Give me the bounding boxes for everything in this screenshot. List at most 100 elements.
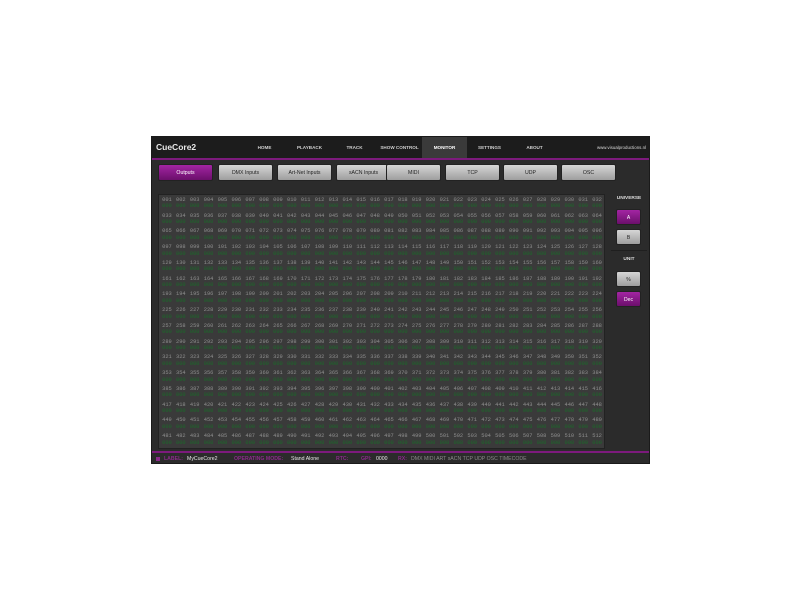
channel-cell: 462 000 bbox=[340, 417, 354, 433]
universe-title: UNIVERSE bbox=[616, 196, 642, 201]
channel-value: 000 bbox=[286, 423, 297, 430]
channel-value: 000 bbox=[522, 392, 533, 399]
channel-cell: 473 000 bbox=[493, 417, 507, 433]
channel-value: 000 bbox=[342, 439, 353, 446]
channel-cell: 470 000 bbox=[451, 417, 465, 433]
channel-cell: 394 000 bbox=[285, 385, 299, 401]
nav-playback[interactable]: PLAYBACK bbox=[287, 137, 332, 158]
universe-b-button[interactable]: B bbox=[616, 229, 641, 245]
channel-value: 000 bbox=[578, 392, 589, 399]
channel-cell: 149 000 bbox=[438, 259, 452, 275]
channel-cell: 054 000 bbox=[451, 212, 465, 228]
channel-cell: 468 000 bbox=[424, 417, 438, 433]
channel-number: 483 bbox=[189, 433, 200, 440]
channel-value: 000 bbox=[411, 282, 422, 289]
channel-number: 226 bbox=[175, 307, 186, 314]
tab-udp[interactable]: UDP bbox=[503, 164, 558, 181]
channel-number: 363 bbox=[300, 370, 311, 377]
channel-value: 000 bbox=[189, 282, 200, 289]
channel-cell: 028 000 bbox=[535, 196, 549, 212]
channel-value: 000 bbox=[245, 203, 256, 210]
channel-value: 000 bbox=[481, 219, 491, 226]
channel-number: 245 bbox=[439, 307, 450, 314]
channel-number: 485 bbox=[217, 433, 228, 440]
channel-cell: 457 000 bbox=[271, 417, 285, 433]
channel-number: 486 bbox=[231, 433, 242, 440]
channel-cell: 114 000 bbox=[396, 243, 410, 259]
channel-value: 000 bbox=[592, 203, 602, 210]
channel-cell: 347 000 bbox=[521, 354, 535, 370]
channel-value: 000 bbox=[481, 313, 491, 320]
channel-value: 000 bbox=[411, 376, 422, 383]
channel-cell: 387 000 bbox=[188, 385, 202, 401]
channel-cell: 009 000 bbox=[271, 196, 285, 212]
tab-tcp[interactable]: TCP bbox=[445, 164, 500, 181]
channel-cell: 089 000 bbox=[493, 228, 507, 244]
channel-value: 000 bbox=[286, 203, 297, 210]
channel-value: 000 bbox=[384, 297, 394, 304]
channel-cell: 106 000 bbox=[285, 243, 299, 259]
channel-cell: 099 000 bbox=[188, 243, 202, 259]
channel-cell: 043 000 bbox=[299, 212, 313, 228]
channel-cell: 333 000 bbox=[327, 354, 341, 370]
channel-number: 237 bbox=[328, 307, 339, 314]
channel-value: 000 bbox=[342, 266, 353, 273]
channel-value: 000 bbox=[314, 297, 325, 304]
channel-cell: 235 000 bbox=[299, 306, 313, 322]
channel-cell: 368 000 bbox=[368, 369, 382, 385]
channel-cell: 185 000 bbox=[493, 275, 507, 291]
channel-cell: 417 000 bbox=[160, 401, 174, 417]
tab-osc[interactable]: OSC bbox=[561, 164, 616, 181]
channel-value: 000 bbox=[467, 423, 478, 430]
channel-number: 509 bbox=[550, 433, 561, 440]
channel-cell: 160 000 bbox=[590, 259, 604, 275]
channel-value: 000 bbox=[328, 329, 339, 336]
nav-track[interactable]: TRACK bbox=[332, 137, 377, 158]
nav-settings[interactable]: SETTINGS bbox=[467, 137, 512, 158]
tab-sacn-inputs[interactable]: sACN Inputs bbox=[336, 164, 391, 181]
channel-value: 000 bbox=[397, 345, 408, 352]
channel-cell: 283 000 bbox=[521, 322, 535, 338]
sidebar-divider bbox=[611, 250, 647, 251]
channel-number: 353 bbox=[162, 370, 172, 377]
unit-percent-button[interactable]: % bbox=[616, 271, 641, 287]
channel-cell: 267 000 bbox=[299, 322, 313, 338]
tab-midi[interactable]: MIDI bbox=[386, 164, 441, 181]
channel-value: 000 bbox=[495, 219, 505, 226]
channel-cell: 125 000 bbox=[549, 243, 563, 259]
tab-dmx-inputs[interactable]: DMX Inputs bbox=[218, 164, 273, 181]
nav-about[interactable]: ABOUT bbox=[512, 137, 557, 158]
channel-value: 000 bbox=[300, 360, 311, 367]
channel-value: 000 bbox=[286, 219, 297, 226]
tab-artnet-inputs[interactable]: Art-Net Inputs bbox=[277, 164, 332, 181]
channel-cell: 372 000 bbox=[424, 369, 438, 385]
channel-cell: 253 000 bbox=[549, 306, 563, 322]
channel-value: 000 bbox=[231, 392, 242, 399]
channel-cell: 199 000 bbox=[243, 291, 257, 307]
channel-cell: 486 000 bbox=[229, 432, 243, 448]
channel-cell: 136 000 bbox=[257, 259, 271, 275]
channel-value: 000 bbox=[189, 345, 200, 352]
channel-cell: 094 000 bbox=[562, 228, 576, 244]
channel-cell: 356 000 bbox=[202, 369, 216, 385]
unit-dec-button[interactable]: Dec bbox=[616, 291, 641, 307]
channel-value: 000 bbox=[370, 250, 380, 257]
nav-show-control[interactable]: SHOW CONTROL bbox=[377, 137, 422, 158]
channel-value: 000 bbox=[203, 282, 214, 289]
channel-cell: 393 000 bbox=[271, 385, 285, 401]
channel-value: 000 bbox=[384, 234, 394, 241]
channel-cell: 132 000 bbox=[202, 259, 216, 275]
channel-value: 000 bbox=[508, 345, 519, 352]
nav-home[interactable]: HOME bbox=[242, 137, 287, 158]
tab-outputs[interactable]: Outputs bbox=[158, 164, 213, 181]
channel-cell: 234 000 bbox=[285, 306, 299, 322]
channel-cell: 429 000 bbox=[327, 401, 341, 417]
channel-value: 000 bbox=[328, 203, 339, 210]
nav-monitor[interactable]: MONITOR bbox=[422, 137, 467, 158]
channel-value: 000 bbox=[273, 203, 283, 210]
channel-number: 487 bbox=[245, 433, 256, 440]
channel-cell: 218 000 bbox=[507, 291, 521, 307]
universe-a-button[interactable]: A bbox=[616, 209, 641, 225]
channel-value: 000 bbox=[550, 408, 561, 415]
website-link[interactable]: www.visualproductions.nl bbox=[597, 145, 646, 150]
